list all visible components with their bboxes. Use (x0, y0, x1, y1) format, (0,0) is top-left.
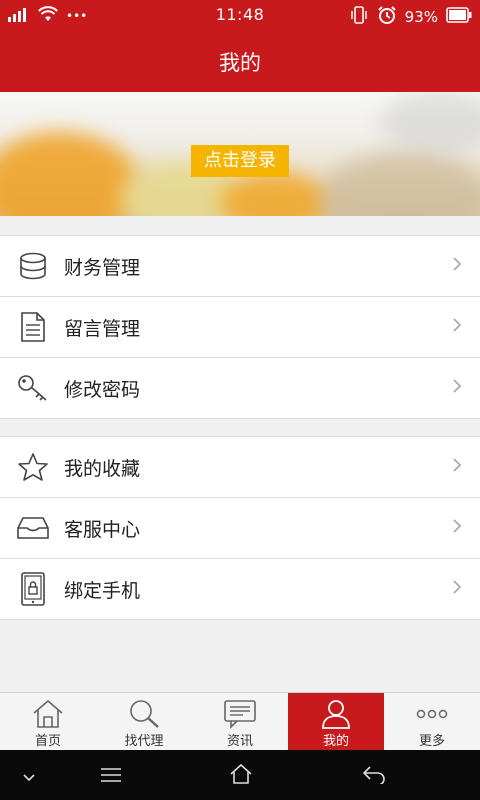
banner-food-image-4 (320, 152, 480, 216)
bottom-tab-bar: 首页 找代理 资讯 我的 更多 (0, 692, 480, 751)
back-icon[interactable] (362, 764, 386, 788)
tab-label: 更多 (418, 734, 445, 749)
menu-item-label: 财务管理 (64, 256, 141, 279)
chat-icon (223, 698, 257, 730)
menu-item-customer-service[interactable]: 客服中心 (0, 498, 480, 559)
banner-food-image-3 (220, 172, 330, 216)
phone-lock-icon (16, 572, 50, 606)
menu-group-account: 财务管理 留言管理 修改密码 (0, 235, 480, 419)
banner-food-image (0, 132, 140, 216)
chevron-right-icon (452, 317, 462, 337)
more-icon (415, 698, 449, 730)
document-icon (16, 310, 50, 344)
battery-percent: 93% (404, 8, 438, 26)
page-title: 我的 (219, 51, 261, 75)
chevron-right-icon (452, 256, 462, 276)
tab-label: 找代理 (124, 734, 164, 749)
menu-icon[interactable] (100, 767, 122, 787)
tab-label: 首页 (34, 734, 61, 749)
search-icon (127, 698, 161, 730)
vibrate-icon (349, 6, 369, 28)
tab-more[interactable]: 更多 (384, 693, 480, 751)
menu-item-label: 绑定手机 (64, 579, 141, 602)
status-right: 93% (349, 5, 472, 29)
home-nav-icon[interactable] (229, 763, 253, 789)
menu-item-label: 客服中心 (64, 518, 141, 541)
tab-news[interactable]: 资讯 (192, 693, 288, 751)
chevron-right-icon (452, 518, 462, 538)
menu-group-services: 我的收藏 客服中心 绑定手机 (0, 436, 480, 620)
tab-label: 资讯 (226, 734, 253, 749)
database-icon (16, 249, 50, 283)
status-bar: ••• 11:48 93% (0, 0, 480, 30)
battery-icon (446, 7, 472, 27)
menu-item-bind-phone[interactable]: 绑定手机 (0, 559, 480, 619)
chevron-right-icon (452, 378, 462, 398)
tab-mine[interactable]: 我的 (288, 693, 384, 751)
menu-item-label: 留言管理 (64, 317, 141, 340)
menu-item-label: 我的收藏 (64, 457, 141, 480)
menu-item-label: 修改密码 (64, 378, 141, 401)
menu-item-favorites[interactable]: 我的收藏 (0, 437, 480, 498)
tab-label: 我的 (322, 734, 349, 749)
chevron-right-icon (452, 579, 462, 599)
login-button[interactable]: 点击登录 (191, 145, 289, 177)
system-nav-bar (0, 750, 480, 800)
user-icon (319, 698, 353, 730)
tab-find-agent[interactable]: 找代理 (96, 693, 192, 751)
star-icon (16, 450, 50, 484)
menu-item-finance[interactable]: 财务管理 (0, 236, 480, 297)
home-icon (31, 698, 65, 730)
chevron-down-icon[interactable] (22, 768, 36, 787)
chevron-right-icon (452, 457, 462, 477)
menu-item-messages[interactable]: 留言管理 (0, 297, 480, 358)
key-icon (16, 371, 50, 405)
banner-food-image-5 (380, 92, 480, 152)
inbox-icon (16, 511, 50, 545)
tab-home[interactable]: 首页 (0, 693, 96, 751)
title-bar: 我的 (0, 30, 480, 92)
alarm-icon (377, 5, 397, 29)
menu-item-change-password[interactable]: 修改密码 (0, 358, 480, 418)
